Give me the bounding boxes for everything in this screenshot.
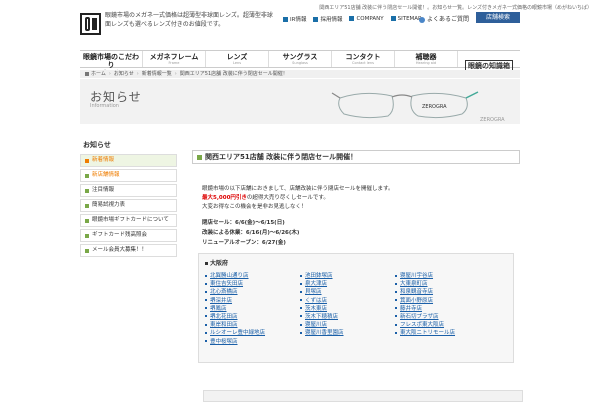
- shop-link[interactable]: フレスポ東大阪店: [395, 321, 490, 329]
- shop-link[interactable]: 豊中桜塚店: [205, 338, 300, 346]
- shop-link[interactable]: 北心斎橋店: [205, 288, 300, 296]
- shop-link[interactable]: 東大阪ニトリモール店: [395, 329, 490, 337]
- sale-dates: 閉店セール：6/6(金)〜6/15(日) 改装による休業：6/16(月)〜6/2…: [202, 218, 510, 248]
- shop-column-3: 寝屋川宇谷店 大東泉町店 和泉観音寺店 箕面小野原店 藤井寺店 新石切プラザ店 フレスポ東大…: [395, 272, 490, 346]
- article-body: 眼鏡市場の以下店舗におきまして、店舗改装に伴う閉店セールを開催します。 最大5,…: [192, 164, 520, 248]
- shop-link[interactable]: 堺鳳店: [205, 305, 300, 313]
- square-icon: [390, 16, 396, 21]
- shop-link[interactable]: 茨木東店: [300, 305, 395, 313]
- shop-list-box: 大阪府 北巽勝山通り店 東住吉矢田店 北心斎橋店 堺深井店 堺鳳店 堺北花田店 東岸和田店ル…: [198, 253, 514, 363]
- bullet-icon: [85, 173, 89, 178]
- shop-link[interactable]: 北巽勝山通り店: [205, 272, 300, 280]
- article-paragraph: 最大5,000円引きの超得大売り尽くしセールです。: [202, 195, 329, 201]
- shop-link[interactable]: 池田鉢塚店: [300, 272, 395, 280]
- bullet-icon: [85, 158, 89, 163]
- shop-link[interactable]: 貝塚店: [300, 288, 395, 296]
- breadcrumb-news[interactable]: 新着情報一覧: [142, 71, 172, 77]
- home-icon: [85, 71, 89, 76]
- shop-link[interactable]: 寝屋川宇谷店: [395, 272, 490, 280]
- sidebar-item-gift-card[interactable]: 眼鏡市場ギフトカードについて: [80, 214, 177, 227]
- shop-link[interactable]: 堺北花田店: [205, 313, 300, 321]
- shop-link[interactable]: 和泉観音寺店: [395, 288, 490, 296]
- shop-link[interactable]: 新石切プラザ店: [395, 313, 490, 321]
- square-icon: [349, 16, 355, 21]
- sidebar-item-news[interactable]: 新着情報: [80, 154, 177, 167]
- site-header: 眼鏡市場のメガネ一式価格は超薄型非球面レンズ。超薄型非球面レンズも選べるレンズ付…: [0, 0, 600, 50]
- logo[interactable]: [80, 13, 101, 35]
- top-text: 関西エリア51店舗 改装に伴う閉店セール開催！。お知らせ一覧。レンズ付きメガネ一…: [319, 5, 592, 11]
- bullet-icon: [85, 248, 89, 253]
- svg-text:ZEROGRA: ZEROGRA: [422, 104, 447, 110]
- square-icon: [313, 17, 319, 22]
- shop-link[interactable]: 東岸和田店: [205, 321, 300, 329]
- shop-link[interactable]: 堺深井店: [205, 297, 300, 305]
- bullet-icon: [85, 218, 89, 223]
- shop-link[interactable]: 藤井寺店: [395, 305, 490, 313]
- global-nav: 眼鏡市場のこだわりConcept メガネフレームFrame レンズLens サン…: [80, 50, 520, 73]
- shop-link[interactable]: ルシオーレ豊中緑地店: [205, 329, 300, 337]
- sidebar-item-new-stores[interactable]: 新店舗情報: [80, 169, 177, 182]
- sidebar-heading: お知らせ: [83, 141, 111, 149]
- sidebar-item-featured[interactable]: 注目情報: [80, 184, 177, 197]
- shop-column-1: 北巽勝山通り店 東住吉矢田店 北心斎橋店 堺深井店 堺鳳店 堺北花田店 東岸和田店 ルシオーレ…: [205, 272, 300, 346]
- shop-link[interactable]: 大東泉町店: [395, 280, 490, 288]
- store-search-button[interactable]: 店舗検索: [476, 12, 520, 23]
- ir-link[interactable]: IR情報: [283, 15, 306, 23]
- sale-period: 閉店セール：6/6(金)〜6/15(日): [202, 220, 285, 226]
- breadcrumb-home[interactable]: ホーム: [91, 71, 106, 77]
- nav-item-chieki[interactable]: 眼鏡の知識箱: [458, 51, 520, 72]
- bullet-icon: [85, 203, 89, 208]
- bullet-icon: [85, 233, 89, 238]
- square-icon: [283, 17, 288, 22]
- breadcrumb-current: 関西エリア51店舗 改装に伴う閉店セール開催！: [179, 71, 288, 77]
- nav-item-contact[interactable]: コンタクト Contact lens: [332, 51, 395, 67]
- sidebar-item-vision-test[interactable]: 簡易試視力表: [80, 199, 177, 212]
- nav-item-hearing-aid[interactable]: 補聴器 Hearing aid: [395, 51, 458, 67]
- shop-link[interactable]: くずは店: [300, 297, 395, 305]
- bullet-icon: [205, 262, 208, 265]
- breadcrumb-info[interactable]: お知らせ: [114, 71, 134, 77]
- nav-item-frame[interactable]: メガネフレーム Frame: [143, 51, 206, 67]
- nav-item-sunglass[interactable]: サングラス Sunglass: [269, 51, 332, 67]
- reopen-date: リニューアルオープン：6/27(金): [202, 240, 286, 246]
- sidebar-item-gift-balance[interactable]: ギフトカード残高照会: [80, 229, 177, 242]
- company-link[interactable]: COMPANY: [349, 16, 384, 22]
- shop-column-2: 池田鉢塚店 泉大津店 貝塚店 くずは店 茨木東店 茨木下穂積店 寝屋川店 寝屋川香里園店: [300, 272, 395, 346]
- bullet-icon: [85, 188, 89, 193]
- sitemap-link[interactable]: SITEMAP: [390, 16, 421, 22]
- glasses-image: ZEROGRA: [331, 91, 479, 119]
- page-subtitle: Information: [90, 103, 119, 109]
- next-region-box: [203, 390, 523, 402]
- breadcrumb: ホーム › お知らせ › 新着情報一覧 › 関西エリア51店舗 改装に伴う閉店セール開催！: [80, 70, 520, 78]
- sidebar: お知らせ 新着情報 新店舗情報 注目情報 簡易試視力表 眼鏡市場ギフトカードにつ…: [80, 140, 177, 259]
- brand-label: ZEROGRA: [480, 117, 505, 123]
- question-icon: [419, 16, 425, 23]
- main-content: 関西エリア51店舗 改装に伴う閉店セール開催！ 眼鏡市場の以下店舗におきまして、…: [192, 150, 520, 363]
- sidebar-item-mail-member[interactable]: メール会員大募集！！: [80, 244, 177, 257]
- bullet-icon: [197, 154, 202, 160]
- article-title: 関西エリア51店舗 改装に伴う閉店セール開催！: [192, 150, 520, 164]
- shop-link[interactable]: 寝屋川香里園店: [300, 329, 395, 337]
- shop-link[interactable]: 泉大津店: [300, 280, 395, 288]
- recruit-link[interactable]: 採用情報: [313, 15, 342, 23]
- article-paragraph: 眼鏡市場の以下店舗におきまして、店舗改装に伴う閉店セールを開催します。: [202, 186, 394, 192]
- faq-link[interactable]: よくあるご質問: [419, 14, 469, 23]
- top-links: IR情報 採用情報 COMPANY SITEMAP: [283, 14, 421, 24]
- nav-item-concept[interactable]: 眼鏡市場のこだわりConcept: [80, 51, 143, 73]
- tagline: 眼鏡市場のメガネ一式価格は超薄型非球面レンズ。超薄型非球面レンズも選べるレンズ付…: [105, 12, 273, 28]
- region-heading: 大阪府: [205, 258, 507, 267]
- shop-link[interactable]: 寝屋川店: [300, 321, 395, 329]
- shop-link[interactable]: 東住吉矢田店: [205, 280, 300, 288]
- closed-period: 改装による休業：6/16(月)〜6/26(木): [202, 230, 300, 236]
- hero-banner: お知らせ Information ZEROGRA ZEROGRA: [80, 79, 520, 124]
- shop-link[interactable]: 茨木下穂積店: [300, 313, 395, 321]
- article-paragraph: 大変お得なこの機会を是非お見逃しなく！: [202, 204, 307, 210]
- shop-link[interactable]: 箕面小野原店: [395, 297, 490, 305]
- discount-highlight: 最大5,000円引き: [202, 195, 247, 201]
- nav-item-lens[interactable]: レンズ Lens: [206, 51, 269, 67]
